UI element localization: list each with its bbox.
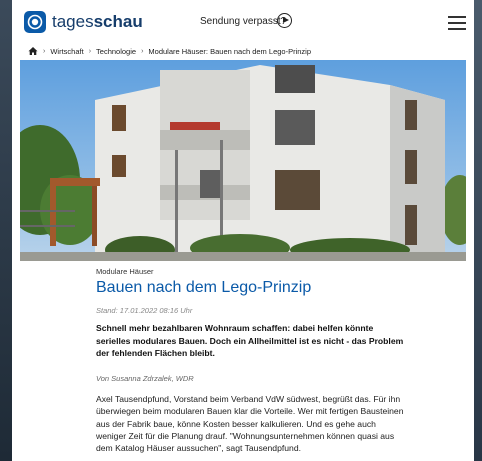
site-header: tagesschau Sendung verpasst? <box>12 0 474 44</box>
hero-image <box>20 60 466 261</box>
breadcrumb-item-current: Modulare Häuser: Bauen nach dem Lego-Pri… <box>148 46 312 56</box>
article-body-paragraph: Axel Tausendpfund, Vorstand beim Verband… <box>96 394 404 454</box>
article-headline: Bauen nach dem Lego-Prinzip <box>96 279 312 296</box>
home-icon[interactable] <box>28 46 38 56</box>
site-logo[interactable]: tagesschau <box>52 12 143 32</box>
missed-broadcast-link[interactable]: Sendung verpasst? <box>200 16 286 27</box>
article-topline: Modulare Häuser <box>96 267 154 276</box>
play-icon[interactable] <box>277 13 292 28</box>
article-intro: Schnell mehr bezahlbaren Wohnraum schaff… <box>96 323 404 359</box>
breadcrumb: › Wirtschaft › Technologie › Modulare Hä… <box>28 44 311 58</box>
breadcrumb-item-wirtschaft[interactable]: Wirtschaft <box>50 47 83 56</box>
article-date: Stand: 17.01.2022 08:16 Uhr <box>96 306 193 315</box>
chevron-right-icon: › <box>141 47 144 55</box>
article-page: tagesschau Sendung verpasst? › Wirtschaf… <box>12 0 474 461</box>
breadcrumb-item-technologie[interactable]: Technologie <box>96 47 136 56</box>
article-author: Von Susanna Zdrzalek, WDR <box>96 374 194 383</box>
tagesschau-logo-icon[interactable] <box>24 11 46 33</box>
hamburger-menu-icon[interactable] <box>448 16 466 30</box>
chevron-right-icon: › <box>43 47 46 55</box>
chevron-right-icon: › <box>88 47 92 55</box>
